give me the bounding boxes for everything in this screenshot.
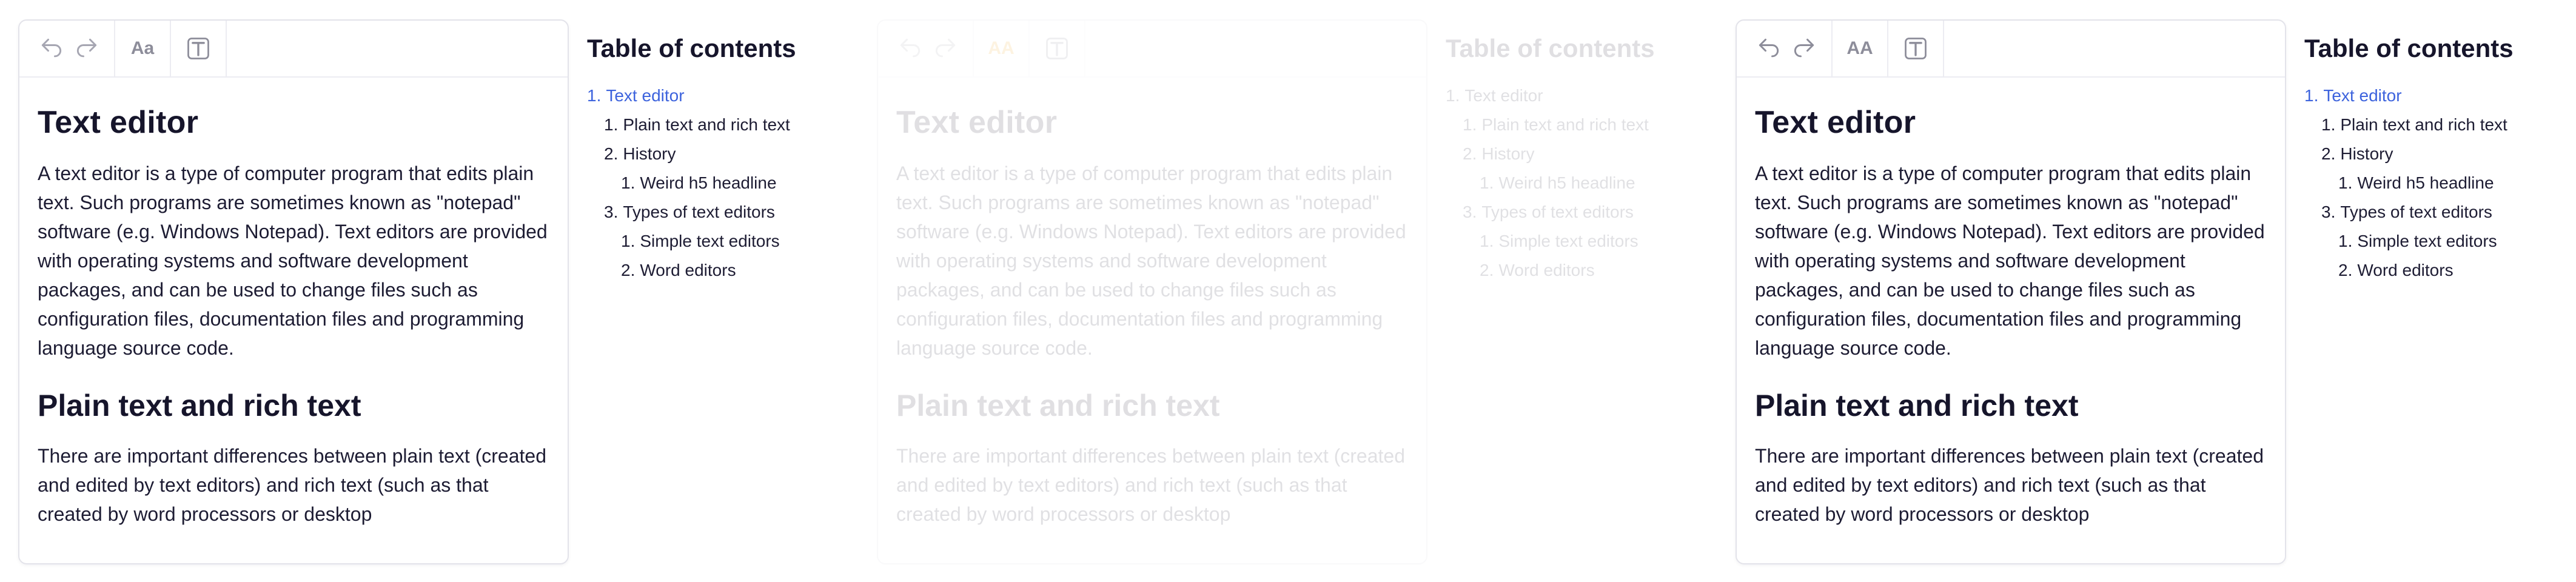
toc-item-word-editors[interactable]: 2. Word editors (587, 256, 848, 285)
toc-item-word-editors[interactable]: 2. Word editors (1446, 256, 1706, 285)
section-heading: Plain text and rich text (1755, 389, 2079, 423)
text-style-button[interactable] (1039, 31, 1075, 66)
editor-panel-2: AA Text editor A text editor is a type o… (859, 0, 1716, 582)
editor-toolbar: AA (1737, 21, 2285, 78)
intro-paragraph: A text editor is a type of computer prog… (1755, 162, 2265, 359)
redo-icon (1794, 38, 1814, 58)
document-title: Text editor (896, 105, 1058, 140)
text-editor: AA Text editor A text editor is a type o… (1736, 19, 2286, 564)
undo-button[interactable] (893, 31, 928, 66)
text-editor: Aa Text editor A text editor is a type o… (18, 19, 569, 564)
toc-item-types[interactable]: 3. Types of text editors (2304, 198, 2565, 227)
body-paragraph: There are important differences between … (1755, 445, 2264, 525)
toc-item-history[interactable]: 2. History (1446, 139, 1706, 169)
redo-button[interactable] (1786, 31, 1822, 66)
toc-item-types[interactable]: 3. Types of text editors (1446, 198, 1706, 227)
toc-title: Table of contents (2304, 34, 2514, 62)
toc-item-weird-h5[interactable]: 1. Weird h5 headline (587, 169, 848, 198)
table-of-contents: Table of contents 1. Text editor 1. Plain … (2304, 34, 2565, 285)
undo-icon (1759, 38, 1779, 58)
toc-item-history[interactable]: 2. History (2304, 139, 2565, 169)
section-heading: Plain text and rich text (896, 389, 1220, 423)
intro-paragraph: A text editor is a type of computer prog… (896, 162, 1406, 359)
editor-toolbar: Aa (19, 21, 568, 78)
editor-content[interactable]: Text editor A text editor is a type of c… (19, 78, 568, 529)
toc-item-text-editor[interactable]: 1. Text editor (2304, 81, 2565, 110)
font-size-icon: AA (988, 38, 1015, 58)
editor-content[interactable]: Text editor A text editor is a type of c… (1737, 78, 2285, 529)
font-size-button[interactable]: AA (1842, 31, 1877, 66)
font-size-button[interactable]: Aa (125, 31, 160, 66)
history-group (1737, 21, 1833, 76)
font-size-button[interactable]: AA (984, 31, 1019, 66)
document-title: Text editor (1755, 105, 1916, 140)
toc-item-text-editor[interactable]: 1. Text editor (1446, 81, 1706, 110)
font-size-icon: Aa (130, 38, 155, 58)
toc-item-types[interactable]: 3. Types of text editors (587, 198, 848, 227)
intro-paragraph: A text editor is a type of computer prog… (38, 162, 548, 359)
history-group (878, 21, 974, 76)
text-style-button[interactable] (1898, 31, 1933, 66)
toc-item-text-editor[interactable]: 1. Text editor (587, 81, 848, 110)
body-paragraph: There are important differences between … (896, 445, 1405, 525)
undo-icon (900, 38, 921, 58)
toc-item-simple-editors[interactable]: 1. Simple text editors (2304, 227, 2565, 256)
text-style-button[interactable] (181, 31, 216, 66)
toc-item-simple-editors[interactable]: 1. Simple text editors (587, 227, 848, 256)
toc-item-plain-text[interactable]: 1. Plain text and rich text (1446, 110, 1706, 139)
table-of-contents: Table of contents 1. Text editor 1. Plain … (1446, 34, 1706, 285)
body-paragraph: There are important differences between … (38, 445, 546, 525)
text-style-group (171, 21, 227, 76)
text-editor: AA Text editor A text editor is a type o… (877, 19, 1427, 564)
undo-button[interactable] (34, 31, 69, 66)
redo-icon (76, 38, 97, 58)
font-size-group: Aa (115, 21, 171, 76)
toc-item-weird-h5[interactable]: 1. Weird h5 headline (2304, 169, 2565, 198)
document-title: Text editor (38, 105, 199, 140)
faded-layer: AA Text editor A text editor is a type o… (859, 0, 1716, 582)
history-group (19, 21, 115, 76)
toc-item-weird-h5[interactable]: 1. Weird h5 headline (1446, 169, 1706, 198)
text-style-icon (1046, 38, 1068, 59)
undo-icon (41, 38, 62, 58)
redo-button[interactable] (928, 31, 963, 66)
redo-button[interactable] (69, 31, 104, 66)
toc-title: Table of contents (1446, 34, 1655, 62)
editor-panel-3: AA Text editor A text editor is a type o… (1717, 0, 2575, 582)
font-size-group: AA (974, 21, 1030, 76)
text-style-group (1888, 21, 1944, 76)
toc-item-plain-text[interactable]: 1. Plain text and rich text (587, 110, 848, 139)
font-size-group: AA (1833, 21, 1888, 76)
toc-item-history[interactable]: 2. History (587, 139, 848, 169)
undo-button[interactable] (1751, 31, 1786, 66)
table-of-contents: Table of contents 1. Text editor 1. Plain … (587, 34, 848, 285)
editor-content[interactable]: Text editor A text editor is a type of c… (878, 78, 1426, 529)
toc-title: Table of contents (587, 34, 796, 62)
text-style-icon (1905, 38, 1927, 59)
toc-item-simple-editors[interactable]: 1. Simple text editors (1446, 227, 1706, 256)
text-style-icon (187, 38, 209, 59)
text-style-group (1030, 21, 1085, 76)
redo-icon (935, 38, 956, 58)
toc-item-word-editors[interactable]: 2. Word editors (2304, 256, 2565, 285)
section-heading: Plain text and rich text (38, 389, 361, 423)
toc-item-plain-text[interactable]: 1. Plain text and rich text (2304, 110, 2565, 139)
editor-toolbar: AA (878, 21, 1426, 78)
font-size-icon: AA (1846, 38, 1873, 58)
editor-panel-1: Aa Text editor A text editor is a type o… (0, 0, 857, 582)
